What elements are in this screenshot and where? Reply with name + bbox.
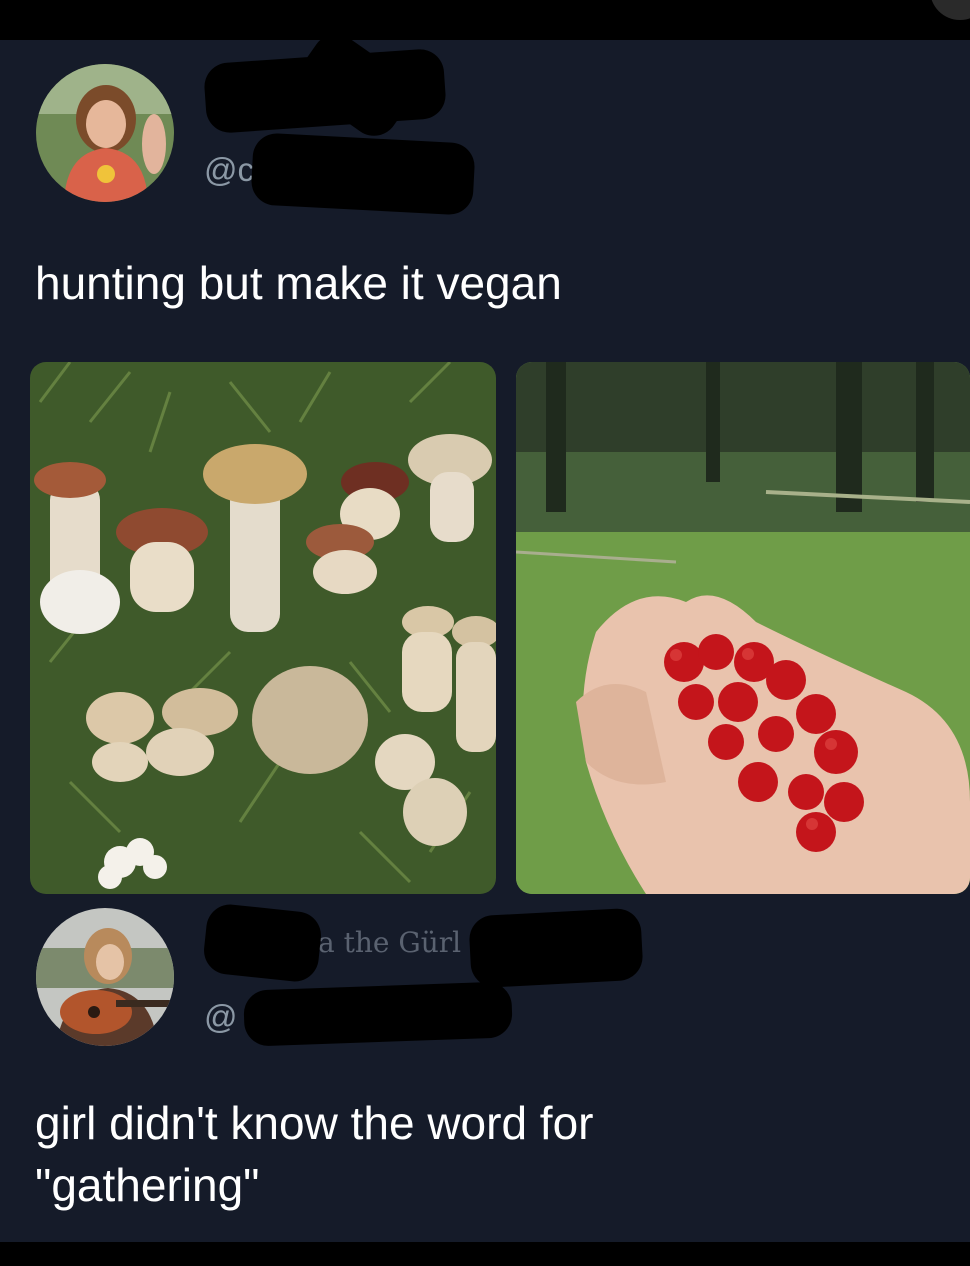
mushrooms-photo[interactable] — [30, 362, 496, 894]
tweet-text-line: "gathering" — [35, 1159, 260, 1211]
display-name[interactable]: a the Gürl — [318, 926, 461, 959]
handle-redaction — [250, 132, 476, 216]
status-bar — [0, 0, 970, 40]
username-handle[interactable]: @ — [204, 998, 238, 1036]
display-name-redaction — [201, 902, 324, 984]
berries-in-hand-photo[interactable] — [516, 362, 970, 894]
display-name-redaction — [468, 907, 644, 989]
tweet-text: hunting but make it vegan — [35, 257, 562, 309]
tweet-text-line: girl didn't know the word for — [35, 1097, 594, 1149]
username-handle[interactable]: @c — [204, 151, 254, 189]
tweet-screenshot: @c hunting but make it vegan a the Gürl … — [0, 24, 970, 1242]
avatar[interactable] — [36, 908, 174, 1046]
bottom-bar — [0, 1242, 970, 1266]
handle-redaction — [243, 981, 513, 1047]
avatar[interactable] — [36, 64, 174, 202]
